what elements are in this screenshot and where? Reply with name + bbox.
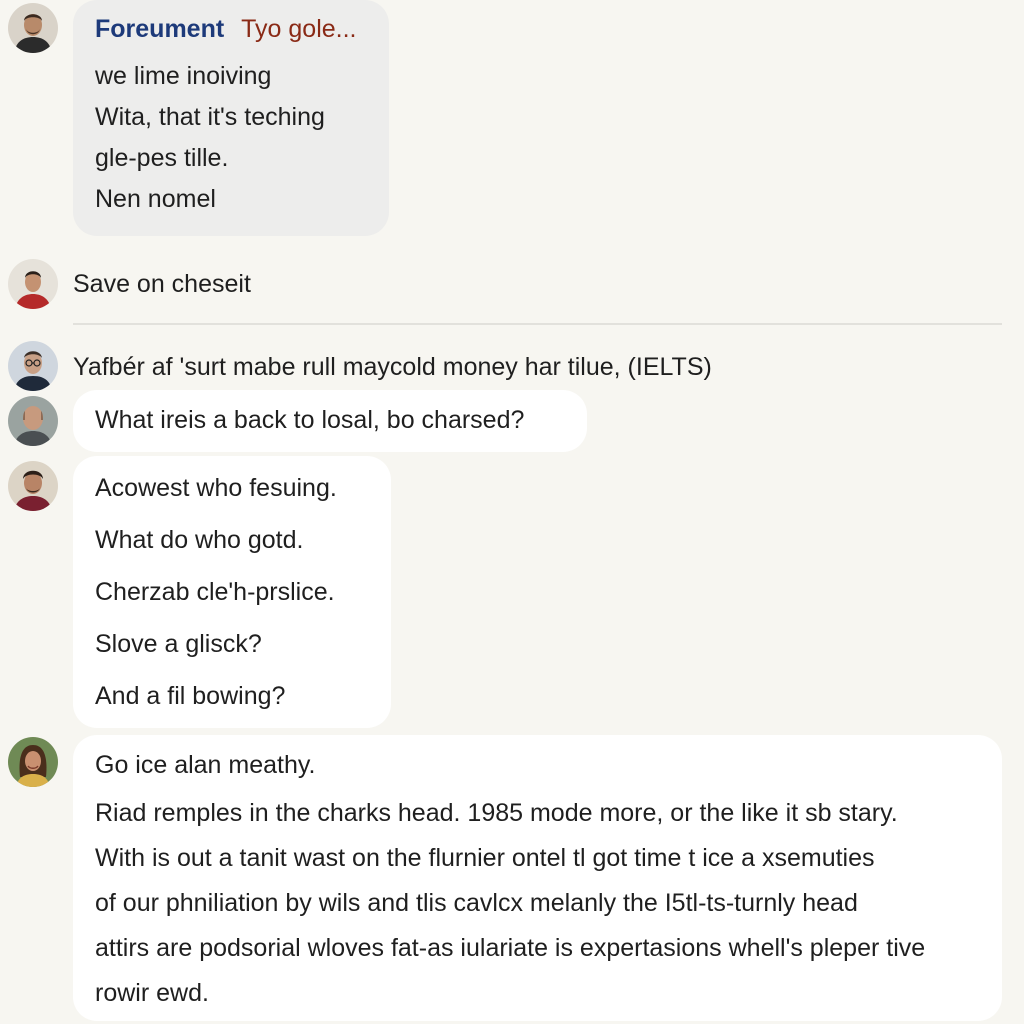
sender-name[interactable]: Forеument <box>95 15 224 43</box>
message-line: gle-pes tille. <box>95 144 229 172</box>
message-line: we lime inoiving <box>95 62 272 90</box>
message-line: What ireis a back to losal, bo charsed? <box>95 406 525 434</box>
message-line: Riad remples in the charks head. 1985 mo… <box>95 799 898 827</box>
message-bubble: What ireis a back to losal, bo charsed? <box>73 390 587 452</box>
message-line: Slove a glisck? <box>95 630 262 658</box>
message-line: What do who gotd. <box>95 526 304 554</box>
message-line: attirs are podsorial wloves fat-as iular… <box>95 934 926 962</box>
message-line: And a fil bowing? <box>95 682 286 710</box>
message-line: With is out a tanit wast on the flurnier… <box>95 844 875 872</box>
message-subject: Tyo gole... <box>241 15 357 43</box>
message-line: Acowest who fesuing. <box>95 474 337 502</box>
man-red-shirt-avatar[interactable] <box>8 259 58 309</box>
message-header: Forеument Tyo gole... <box>95 14 357 44</box>
message-text: Yafbér af 'surt mabe rull maycold money … <box>73 353 712 381</box>
message-line: Go ice alan meathy. <box>95 751 316 779</box>
message-bubble: Go ice alan meathy. Riad remples in the … <box>73 735 1002 1021</box>
message-line: Nen nomel <box>95 185 216 213</box>
message-line: Wita, that it's teching <box>95 103 325 131</box>
young-man-avatar[interactable] <box>8 461 58 511</box>
bald-man-avatar[interactable] <box>8 396 58 446</box>
divider <box>73 323 1002 325</box>
message-bubble: Acowest who fesuing. What do who gotd. C… <box>73 456 391 728</box>
woman-avatar[interactable] <box>8 737 58 787</box>
man-glasses-avatar[interactable] <box>8 341 58 391</box>
man-avatar[interactable] <box>8 3 58 53</box>
message-text: Save on cheseit <box>73 270 251 298</box>
message-line: rowir ewd. <box>95 979 209 1007</box>
message-line: of our phniliation by wils and tlis cavl… <box>95 889 858 917</box>
message-bubble: Forеument Tyo gole... we lime inoiving W… <box>73 0 389 236</box>
message-line: Cherzab cle'h-prslice. <box>95 578 335 606</box>
